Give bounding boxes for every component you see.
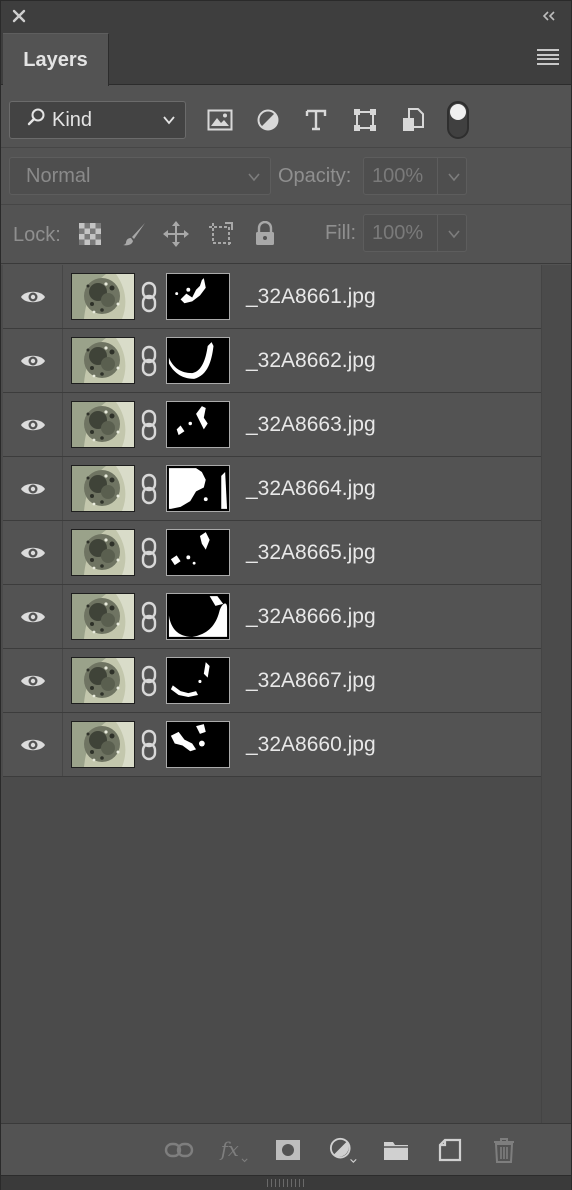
toggle-knob	[450, 104, 466, 120]
layer-name[interactable]: _32A8664.jpg	[246, 477, 376, 501]
filter-row: Kind	[1, 86, 571, 148]
type-filter-icon[interactable]	[302, 106, 330, 134]
mask-link-icon[interactable]	[138, 663, 160, 699]
image-filter-icon[interactable]	[206, 106, 234, 134]
panel-tab-row: Layers	[1, 31, 571, 86]
lock-row: Lock: Fill: 100%	[1, 206, 571, 264]
link-layers-icon[interactable]	[164, 1135, 194, 1165]
mask-link-icon[interactable]	[138, 727, 160, 763]
visibility-eye-icon[interactable]	[3, 649, 63, 712]
layer-mask-thumbnail[interactable]	[166, 721, 230, 768]
layers-panel: Layers Kind Normal Opacity: 100% Lock: F…	[0, 0, 572, 1190]
mask-link-icon[interactable]	[138, 535, 160, 571]
double-chevron-left-icon[interactable]	[539, 7, 559, 25]
chevron-down-icon	[246, 168, 262, 191]
layer-row[interactable]: _32A8660.jpg	[3, 713, 541, 777]
lock-transparent-pixels-icon[interactable]	[76, 220, 104, 248]
blend-mode-dropdown[interactable]: Normal	[9, 157, 271, 195]
layer-name[interactable]: _32A8665.jpg	[246, 541, 376, 565]
layer-name[interactable]: _32A8661.jpg	[246, 285, 376, 309]
scrollbar[interactable]	[541, 265, 571, 1123]
layer-list: _32A8661.jpg _32A8662.jpg _32A8663.jpg _32A…	[1, 265, 571, 1123]
visibility-eye-icon[interactable]	[3, 329, 63, 392]
layer-name[interactable]: _32A8662.jpg	[246, 349, 376, 373]
layer-row[interactable]: _32A8661.jpg	[3, 265, 541, 329]
panel-menu-icon[interactable]	[537, 47, 559, 67]
layer-mask-thumbnail[interactable]	[166, 465, 230, 512]
layer-thumbnail[interactable]	[71, 337, 135, 384]
add-mask-icon[interactable]	[273, 1135, 303, 1165]
panel-bottom-bar: fx	[1, 1123, 571, 1175]
layer-thumbnail[interactable]	[71, 465, 135, 512]
fill-label: Fill:	[325, 222, 357, 244]
shape-filter-icon[interactable]	[351, 106, 379, 134]
delete-layer-icon[interactable]	[489, 1135, 519, 1165]
blend-row: Normal Opacity: 100%	[1, 149, 571, 205]
filter-kind-dropdown[interactable]: Kind	[9, 101, 186, 139]
lock-position-icon[interactable]	[162, 220, 190, 248]
layer-row[interactable]: _32A8663.jpg	[3, 393, 541, 457]
visibility-eye-icon[interactable]	[3, 521, 63, 584]
visibility-eye-icon[interactable]	[3, 393, 63, 456]
layer-mask-thumbnail[interactable]	[166, 273, 230, 320]
smart-object-filter-icon[interactable]	[399, 106, 427, 134]
layer-name[interactable]: _32A8663.jpg	[246, 413, 376, 437]
visibility-eye-icon[interactable]	[3, 713, 63, 776]
chevron-down-icon[interactable]	[446, 168, 462, 191]
opacity-field[interactable]: 100%	[363, 157, 467, 195]
layer-thumbnail[interactable]	[71, 721, 135, 768]
opacity-label: Opacity:	[278, 165, 352, 187]
mask-link-icon[interactable]	[138, 471, 160, 507]
mask-link-icon[interactable]	[138, 279, 160, 315]
layer-row[interactable]: _32A8664.jpg	[3, 457, 541, 521]
new-layer-icon[interactable]	[435, 1135, 465, 1165]
svg-text:fx: fx	[219, 1138, 239, 1161]
filter-toggle[interactable]	[447, 101, 469, 139]
adjustment-filter-icon[interactable]	[254, 106, 282, 134]
layer-row[interactable]: _32A8665.jpg	[3, 521, 541, 585]
layer-name[interactable]: _32A8660.jpg	[246, 733, 376, 757]
layer-name[interactable]: _32A8667.jpg	[246, 669, 376, 693]
visibility-eye-icon[interactable]	[3, 265, 63, 328]
visibility-eye-icon[interactable]	[3, 457, 63, 520]
lock-all-icon[interactable]	[251, 220, 279, 248]
layer-thumbnail[interactable]	[71, 593, 135, 640]
mask-link-icon[interactable]	[138, 407, 160, 443]
adjustment-layer-icon[interactable]	[329, 1135, 359, 1165]
visibility-eye-icon[interactable]	[3, 585, 63, 648]
fill-value: 100%	[372, 221, 424, 244]
layer-mask-thumbnail[interactable]	[166, 593, 230, 640]
lock-artboard-icon[interactable]	[207, 220, 235, 248]
filter-kind-label: Kind	[52, 108, 93, 131]
layer-mask-thumbnail[interactable]	[166, 337, 230, 384]
new-group-icon[interactable]	[381, 1135, 411, 1165]
layer-thumbnail[interactable]	[71, 529, 135, 576]
layer-row[interactable]: _32A8667.jpg	[3, 649, 541, 713]
layer-thumbnail[interactable]	[71, 657, 135, 704]
search-icon	[26, 107, 46, 133]
tab-layers[interactable]: Layers	[3, 33, 109, 86]
fx-icon[interactable]: fx	[219, 1135, 249, 1165]
chevron-down-icon	[161, 111, 177, 134]
mask-link-icon[interactable]	[138, 343, 160, 379]
layer-thumbnail[interactable]	[71, 273, 135, 320]
tab-layers-label: Layers	[23, 48, 88, 71]
layer-thumbnail[interactable]	[71, 401, 135, 448]
panel-titlebar	[1, 1, 571, 31]
fill-field[interactable]: 100%	[363, 214, 467, 252]
chevron-down-icon[interactable]	[446, 225, 462, 248]
layer-mask-thumbnail[interactable]	[166, 401, 230, 448]
layer-name[interactable]: _32A8666.jpg	[246, 605, 376, 629]
lock-image-pixels-icon[interactable]	[120, 220, 148, 248]
layer-row[interactable]: _32A8662.jpg	[3, 329, 541, 393]
layer-mask-thumbnail[interactable]	[166, 657, 230, 704]
opacity-value: 100%	[372, 164, 424, 187]
panel-resize-grip[interactable]	[1, 1175, 571, 1190]
blend-mode-value: Normal	[26, 164, 91, 187]
layer-mask-thumbnail[interactable]	[166, 529, 230, 576]
mask-link-icon[interactable]	[138, 599, 160, 635]
layer-row[interactable]: _32A8666.jpg	[3, 585, 541, 649]
close-icon[interactable]	[9, 6, 29, 26]
lock-label: Lock:	[13, 224, 61, 246]
